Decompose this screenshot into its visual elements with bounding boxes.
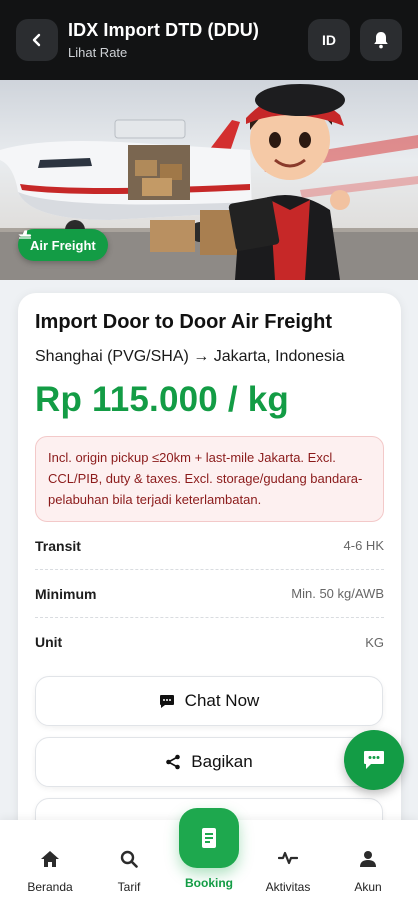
floating-chat-button[interactable] <box>344 730 404 790</box>
booking-icon <box>202 828 216 848</box>
user-icon <box>360 851 376 867</box>
nav-label: Aktivitas <box>265 880 311 894</box>
airplane-icon <box>18 230 32 239</box>
info-row-minimum: Minimum Min. 50 kg/AWB <box>35 570 384 619</box>
rate-title: Import Door to Door Air Freight <box>35 311 333 333</box>
chevron-left-icon <box>32 33 41 47</box>
info-value: 4-6 HK <box>343 538 384 554</box>
bell-icon <box>374 32 388 49</box>
rate-card: Import Door to Door Air Freight Shanghai… <box>18 293 401 853</box>
info-value: KG <box>365 634 384 650</box>
nav-item-tarif[interactable]: Tarif <box>94 850 164 894</box>
info-row-transit: Transit 4-6 HK <box>35 522 384 571</box>
header-titles: IDX Import DTD (DDU) Lihat Rate <box>68 20 308 60</box>
nav-item-aktivitas[interactable]: Aktivitas <box>253 850 323 894</box>
nav-label: Booking <box>185 876 233 890</box>
page-title: IDX Import DTD (DDU) <box>68 20 259 40</box>
share-icon <box>166 755 181 770</box>
info-label: Unit <box>35 634 63 651</box>
route-text: Shanghai (PVG/SHA) → Jakarta, Indonesia <box>35 348 345 365</box>
language-button[interactable]: ID <box>308 19 350 61</box>
rate-note: Incl. origin pickup ≤20km + last-mile Ja… <box>35 436 384 523</box>
price-text: Rp 115.000 / kg <box>35 380 289 419</box>
home-icon <box>41 851 59 867</box>
nav-label: Beranda <box>27 880 73 894</box>
notification-button[interactable] <box>360 19 402 61</box>
nav-item-beranda[interactable]: Beranda <box>15 850 85 894</box>
badge-label: Air Freight <box>30 237 96 253</box>
hero-banner: Air Freight <box>0 80 418 280</box>
message-icon <box>364 751 384 769</box>
booking-fab-button[interactable] <box>179 808 239 868</box>
nav-label: Akun <box>354 880 382 894</box>
nav-label: Tarif <box>117 880 141 894</box>
chat-now-button[interactable]: Chat Now <box>35 676 383 727</box>
share-label: Bagikan <box>191 752 253 772</box>
info-label: Minimum <box>35 585 97 602</box>
search-icon <box>120 850 138 868</box>
share-button[interactable]: Bagikan <box>35 737 383 788</box>
chat-icon <box>159 694 174 708</box>
back-button[interactable] <box>16 19 58 61</box>
info-label: Transit <box>35 537 81 554</box>
activity-icon <box>278 851 298 865</box>
info-value: Min. 50 kg/AWB <box>291 586 384 602</box>
app-header: IDX Import DTD (DDU) Lihat Rate ID <box>0 0 418 80</box>
freight-type-badge: Air Freight <box>18 229 108 261</box>
info-row-unit: Unit KG <box>35 618 384 666</box>
chat-now-label: Chat Now <box>184 691 260 711</box>
nav-item-akun[interactable]: Akun <box>333 850 403 894</box>
page-subtitle: Lihat Rate <box>68 45 128 60</box>
